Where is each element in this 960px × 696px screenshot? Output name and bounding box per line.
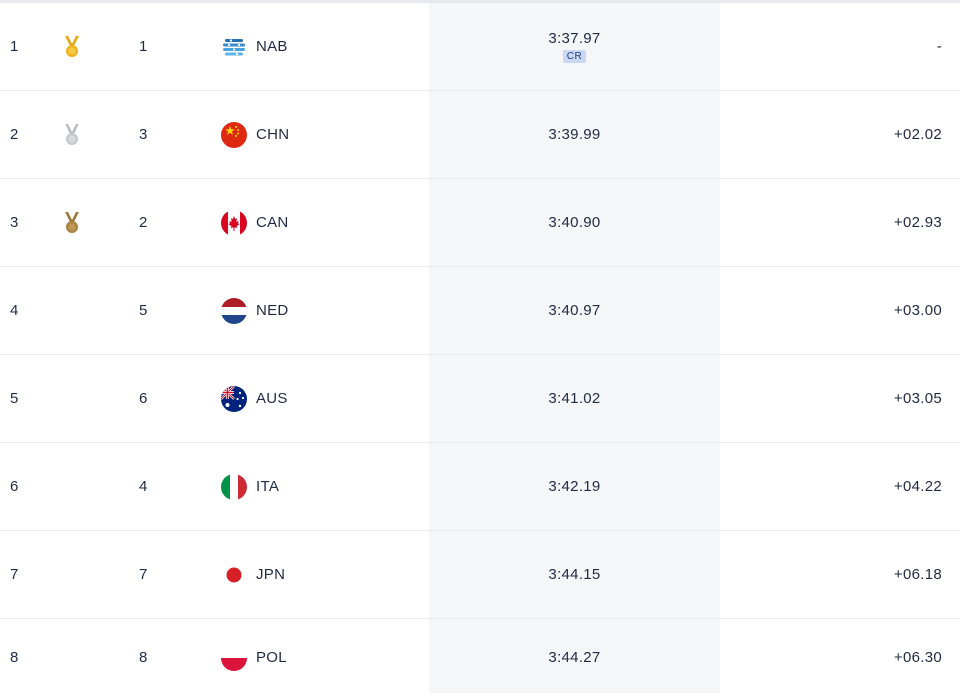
time-difference: +03.05 bbox=[893, 390, 942, 407]
results-table: 1 1 NAB 3:37.97 CR - 2 3 CHN 3:39.99 +02… bbox=[0, 0, 960, 693]
medal-cell bbox=[58, 619, 86, 696]
italy-flag-icon bbox=[221, 473, 247, 500]
lane-cell: 5 bbox=[139, 302, 148, 319]
netherlands-flag-icon bbox=[221, 297, 247, 324]
team-cell: JPN bbox=[221, 531, 421, 618]
time-difference: +06.30 bbox=[893, 649, 942, 666]
table-row[interactable]: 8 8 POL 3:44.27 +06.30 bbox=[0, 619, 960, 696]
time-cell: 3:44.15 bbox=[429, 531, 720, 618]
team-cell: CAN bbox=[221, 179, 421, 266]
time-difference: +02.93 bbox=[893, 214, 942, 231]
medal-cell bbox=[58, 531, 86, 618]
table-row[interactable]: 5 6 AUS 3:41.02 +03.05 bbox=[0, 355, 960, 443]
finish-time: 3:37.97 bbox=[548, 30, 601, 47]
team-cell: POL bbox=[221, 619, 421, 696]
lane-cell: 8 bbox=[139, 649, 148, 666]
gold-medal-icon bbox=[62, 35, 82, 59]
lane-cell: 1 bbox=[139, 38, 148, 55]
rank-cell: 2 bbox=[10, 126, 19, 143]
bronze-medal-icon bbox=[62, 211, 82, 235]
finish-time: 3:40.97 bbox=[548, 302, 601, 319]
time-cell: 3:37.97 CR bbox=[429, 3, 720, 90]
poland-flag-icon bbox=[221, 644, 247, 671]
time-cell: 3:44.27 bbox=[429, 619, 720, 696]
medal-cell bbox=[58, 443, 86, 530]
team-code: NED bbox=[256, 302, 289, 319]
time-difference: +04.22 bbox=[893, 478, 942, 495]
team-cell: CHN bbox=[221, 91, 421, 178]
finish-time: 3:44.27 bbox=[548, 649, 601, 666]
medal-cell bbox=[58, 3, 86, 90]
team-code: AUS bbox=[256, 390, 288, 407]
finish-time: 3:44.15 bbox=[548, 566, 601, 583]
australia-flag-icon bbox=[221, 385, 247, 412]
time-cell: 3:40.97 bbox=[429, 267, 720, 354]
finish-time: 3:39.99 bbox=[548, 126, 601, 143]
time-cell: 3:40.90 bbox=[429, 179, 720, 266]
table-row[interactable]: 2 3 CHN 3:39.99 +02.02 bbox=[0, 91, 960, 179]
team-code: CHN bbox=[256, 126, 290, 143]
team-cell: ITA bbox=[221, 443, 421, 530]
rank-cell: 5 bbox=[10, 390, 19, 407]
table-row[interactable]: 6 4 ITA 3:42.19 +04.22 bbox=[0, 443, 960, 531]
time-difference: +03.00 bbox=[893, 302, 942, 319]
lane-cell: 4 bbox=[139, 478, 148, 495]
silver-medal-icon bbox=[62, 123, 82, 147]
team-cell: NED bbox=[221, 267, 421, 354]
rank-cell: 6 bbox=[10, 478, 19, 495]
table-row[interactable]: 3 2 CAN 3:40.90 +02.93 bbox=[0, 179, 960, 267]
record-badge: CR bbox=[562, 50, 587, 63]
team-cell: AUS bbox=[221, 355, 421, 442]
medal-cell bbox=[58, 179, 86, 266]
finish-time: 3:42.19 bbox=[548, 478, 601, 495]
time-cell: 3:42.19 bbox=[429, 443, 720, 530]
rank-cell: 8 bbox=[10, 649, 19, 666]
lane-cell: 7 bbox=[139, 566, 148, 583]
medal-cell bbox=[58, 355, 86, 442]
lane-cell: 3 bbox=[139, 126, 148, 143]
time-difference: +06.18 bbox=[893, 566, 942, 583]
table-row[interactable]: 4 5 NED 3:40.97 +03.00 bbox=[0, 267, 960, 355]
time-cell: 3:41.02 bbox=[429, 355, 720, 442]
canada-flag-icon bbox=[221, 209, 247, 236]
time-difference: - bbox=[936, 38, 942, 55]
rank-cell: 4 bbox=[10, 302, 19, 319]
finish-time: 3:40.90 bbox=[548, 214, 601, 231]
finish-time: 3:41.02 bbox=[548, 390, 601, 407]
time-difference: +02.02 bbox=[893, 126, 942, 143]
team-code: CAN bbox=[256, 214, 289, 231]
lane-cell: 6 bbox=[139, 390, 148, 407]
rank-cell: 3 bbox=[10, 214, 19, 231]
team-cell: NAB bbox=[221, 3, 421, 90]
team-code: ITA bbox=[256, 478, 280, 495]
table-row[interactable]: 7 7 JPN 3:44.15 +06.18 bbox=[0, 531, 960, 619]
rank-cell: 1 bbox=[10, 38, 19, 55]
nab-logo-icon bbox=[221, 33, 247, 60]
japan-flag-icon bbox=[221, 561, 247, 588]
team-code: JPN bbox=[256, 566, 286, 583]
rank-cell: 7 bbox=[10, 566, 19, 583]
china-flag-icon bbox=[221, 121, 247, 148]
medal-cell bbox=[58, 267, 86, 354]
team-code: POL bbox=[256, 649, 287, 666]
medal-cell bbox=[58, 91, 86, 178]
table-row[interactable]: 1 1 NAB 3:37.97 CR - bbox=[0, 3, 960, 91]
time-cell: 3:39.99 bbox=[429, 91, 720, 178]
lane-cell: 2 bbox=[139, 214, 148, 231]
team-code: NAB bbox=[256, 38, 288, 55]
